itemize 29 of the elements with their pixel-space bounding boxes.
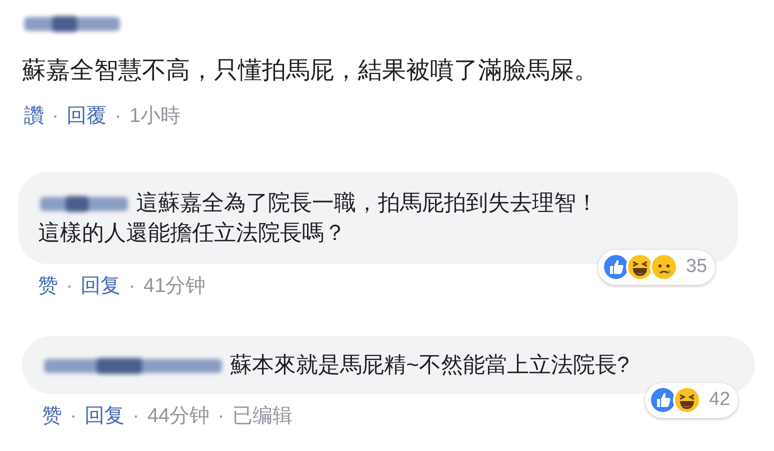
action-link[interactable]: 讚 — [24, 106, 44, 126]
timestamp: 1小時 — [129, 106, 180, 126]
laughing-face-icon — [673, 386, 701, 414]
action-link[interactable]: 回复 — [80, 276, 121, 296]
comment-text: 蘇本來就是馬屁精~不然能當上立法院長? — [42, 350, 735, 380]
timestamp: 已编辑 — [232, 406, 292, 426]
reaction-summary[interactable]: 35 — [598, 250, 716, 284]
action-link[interactable]: 赞 — [42, 406, 62, 426]
timestamp: 44分钟 — [147, 406, 210, 426]
timestamp: 41分钟 — [143, 276, 206, 296]
comment-text: 蘇嘉全智慧不高，只懂拍馬屁，結果被噴了滿臉馬屎。 — [21, 56, 599, 86]
thumbs-up-icon — [649, 386, 677, 414]
reaction-count: 42 — [709, 388, 730, 412]
sad-face-icon — [650, 253, 678, 282]
separator-dot: · — [52, 106, 59, 126]
comment-text: 這蘇嘉全為了院長一職，拍馬屁拍到失去理智！ 這樣的人還能擔任立法院長嗎？ — [38, 189, 600, 247]
action-link[interactable]: 回复 — [84, 406, 125, 426]
separator-dot: · — [132, 406, 140, 426]
separator-dot: · — [70, 406, 77, 426]
separator-dot: · — [114, 106, 122, 126]
thumbs-up-icon — [602, 253, 630, 282]
reaction-summary[interactable]: 42 — [645, 383, 738, 418]
reaction-count: 35 — [686, 255, 708, 279]
separator-dot: · — [128, 276, 136, 296]
separator-dot: · — [66, 276, 73, 296]
action-link[interactable]: 回覆 — [66, 106, 107, 126]
laughing-face-icon — [626, 253, 654, 282]
separator-dot: · — [218, 406, 224, 426]
action-link[interactable]: 赞 — [38, 276, 58, 296]
